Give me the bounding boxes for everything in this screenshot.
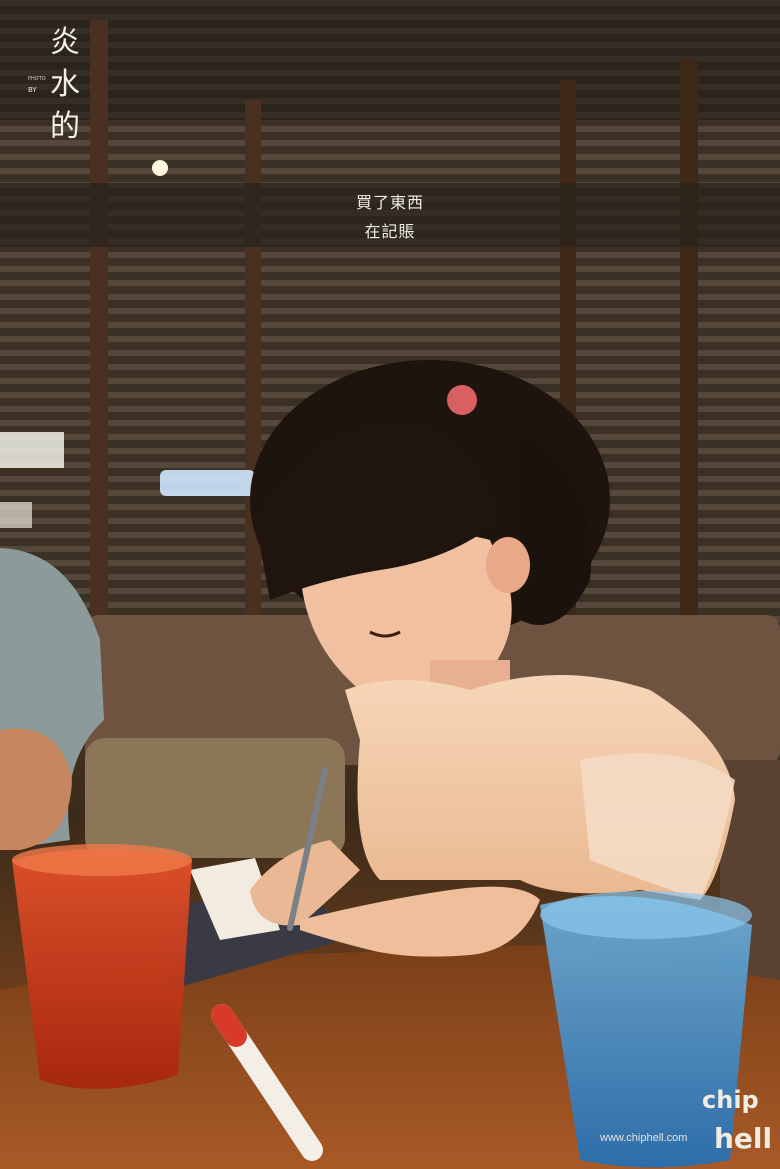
svg-text:的: 的 [50, 109, 80, 144]
window-light [160, 470, 255, 496]
hair-tie [447, 385, 477, 415]
window-light [0, 432, 64, 468]
svg-text:水: 水 [50, 67, 80, 102]
ceiling-light [152, 160, 168, 176]
caption-line-2: 在記賬 [364, 222, 416, 241]
svg-text:BY: BY [28, 86, 37, 94]
svg-text:PHOTO: PHOTO [28, 76, 46, 82]
sofa-cushion [85, 738, 345, 858]
watermark-url: www.chiphell.com [600, 1132, 688, 1144]
red-cup [12, 849, 192, 1089]
chiphell-logo: chip hell [702, 1086, 770, 1155]
photographer-signature: PHOTO BY 炎 水 的 [28, 25, 80, 144]
svg-text:hell: hell [714, 1122, 770, 1155]
svg-text:炎: 炎 [50, 25, 80, 60]
svg-text:chip: chip [702, 1086, 759, 1114]
caption-line-1: 買了東西 [355, 193, 424, 212]
girl-ear [486, 537, 530, 593]
blind-post [680, 60, 698, 620]
photo-image [0, 0, 780, 1169]
girl-hand-right [300, 886, 540, 957]
photo-canvas: PHOTO BY 炎 水 的 買了東西 在記賬 www.chiphell.com… [0, 0, 780, 1169]
